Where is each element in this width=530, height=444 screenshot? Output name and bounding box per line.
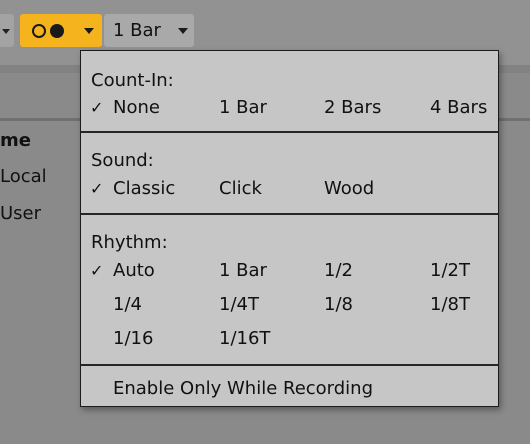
browser-column-header[interactable]: me xyxy=(0,130,31,151)
browser-item-local[interactable]: Local xyxy=(0,166,47,187)
menu-divider xyxy=(81,364,498,366)
chevron-down-icon xyxy=(2,29,10,34)
previous-control-button[interactable] xyxy=(0,14,14,47)
app-window: me Local User 1 Bar Count-In: ✓ None 1 B… xyxy=(0,0,530,444)
count-in-heading: Count-In: xyxy=(91,70,174,91)
menu-divider xyxy=(81,213,498,215)
chevron-down-icon xyxy=(178,28,188,34)
enable-only-while-recording-option[interactable]: Enable Only While Recording xyxy=(113,378,373,400)
rhythm-option-1-bar[interactable]: 1 Bar xyxy=(219,260,267,282)
checkmark-icon: ✓ xyxy=(90,179,104,198)
metronome-dot-icon xyxy=(50,24,64,38)
count-in-option-2-bars[interactable]: 2 Bars xyxy=(324,97,381,119)
rhythm-option-1-8t[interactable]: 1/8T xyxy=(430,294,470,316)
rhythm-option-1-16[interactable]: 1/16 xyxy=(113,328,153,350)
rhythm-option-1-8[interactable]: 1/8 xyxy=(324,294,353,316)
count-in-option-1-bar[interactable]: 1 Bar xyxy=(219,97,267,119)
count-in-option-none[interactable]: None xyxy=(113,97,160,119)
count-in-dropdown[interactable]: 1 Bar xyxy=(104,14,194,47)
sound-option-click[interactable]: Click xyxy=(219,178,262,200)
metronome-settings-menu: Count-In: ✓ None 1 Bar 2 Bars 4 Bars Sou… xyxy=(80,50,499,407)
chevron-down-icon[interactable] xyxy=(84,28,94,34)
checkmark-icon: ✓ xyxy=(90,98,104,117)
count-in-option-4-bars[interactable]: 4 Bars xyxy=(430,97,487,119)
checkmark-icon: ✓ xyxy=(90,261,104,280)
metronome-button[interactable] xyxy=(20,14,102,47)
rhythm-option-1-2t[interactable]: 1/2T xyxy=(430,260,470,282)
rhythm-option-1-4t[interactable]: 1/4T xyxy=(219,294,259,316)
metronome-ring-icon xyxy=(32,24,46,38)
rhythm-option-auto[interactable]: Auto xyxy=(113,260,155,282)
sound-option-classic[interactable]: Classic xyxy=(113,178,175,200)
sound-option-wood[interactable]: Wood xyxy=(324,178,374,200)
browser-item-user[interactable]: User xyxy=(0,203,41,224)
rhythm-option-1-16t[interactable]: 1/16T xyxy=(219,328,270,350)
count-in-value: 1 Bar xyxy=(113,20,161,41)
sound-heading: Sound: xyxy=(91,150,154,171)
rhythm-heading: Rhythm: xyxy=(91,232,168,253)
rhythm-option-1-2[interactable]: 1/2 xyxy=(324,260,353,282)
menu-divider xyxy=(81,131,498,133)
rhythm-option-1-4[interactable]: 1/4 xyxy=(113,294,142,316)
